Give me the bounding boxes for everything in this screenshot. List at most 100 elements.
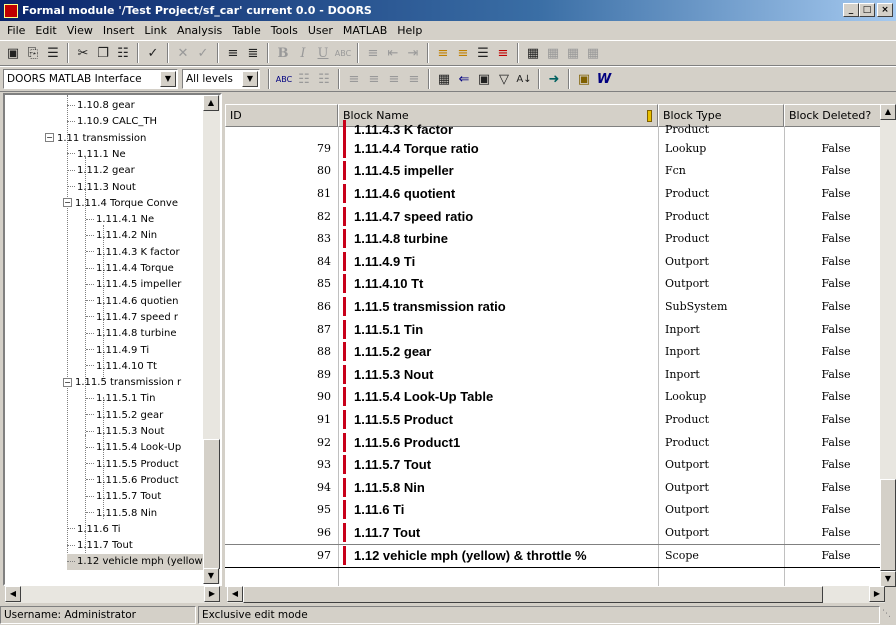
tree-item[interactable]: 1.11.5.5 Product	[86, 457, 179, 473]
tree-item[interactable]: 1.11.3 Nout	[67, 180, 136, 196]
chevron-down-icon[interactable]: ▼	[242, 71, 258, 87]
explorer-tree[interactable]: 1.10.8 gear 1.10.9 CALC_TH −1.11 transmiss…	[3, 93, 222, 586]
tree-item[interactable]: 1.11.5.6 Product	[86, 473, 179, 489]
sort-icon[interactable]: A↓	[514, 69, 534, 89]
align-right-icon[interactable]: ≡	[384, 69, 404, 89]
align-left-icon[interactable]: ≡	[344, 69, 364, 89]
table-row[interactable]: 81 1.11.4.6 quotient Product False	[225, 182, 896, 205]
table-row[interactable]: 96 1.11.7 Tout Outport False	[225, 521, 896, 544]
tree-item[interactable]: 1.11.1 Ne	[67, 147, 126, 163]
grid-scroll-thumb[interactable]	[880, 479, 896, 571]
level-select[interactable]: All levels ▼	[182, 69, 260, 89]
spellcheck-icon[interactable]: ✓	[143, 43, 163, 63]
tree-item[interactable]: 1.11.5.2 gear	[86, 408, 163, 424]
chevron-down-icon[interactable]: ▼	[160, 71, 176, 87]
scroll-up-icon[interactable]: ▲	[203, 95, 219, 111]
link-target-icon[interactable]: ≡	[453, 43, 473, 63]
scroll-left-icon[interactable]: ◀	[5, 586, 21, 602]
copy-icon[interactable]: ❐	[93, 43, 113, 63]
menu-table[interactable]: Table	[227, 24, 265, 37]
menu-matlab[interactable]: MATLAB	[338, 24, 392, 37]
outline-icon[interactable]: ☷	[314, 69, 334, 89]
menu-file[interactable]: File	[2, 24, 30, 37]
resize-grip-icon[interactable]: ⋱	[882, 609, 894, 623]
minimize-button[interactable]: _	[843, 3, 859, 17]
justify-icon[interactable]: ≡	[404, 69, 424, 89]
scroll-right-icon[interactable]: ▶	[869, 586, 885, 602]
collapse-icon[interactable]: −	[63, 198, 72, 208]
table-row[interactable]: 80 1.11.4.5 impeller Fcn False	[225, 160, 896, 183]
tree-item[interactable]: 1.11.5.3 Nout	[86, 424, 164, 440]
table-row[interactable]: 83 1.11.4.8 turbine Product False	[225, 227, 896, 250]
menu-help[interactable]: Help	[392, 24, 427, 37]
create-link-icon[interactable]: ≡	[433, 43, 453, 63]
table-row[interactable]: 95 1.11.6 Ti Outport False	[225, 499, 896, 522]
view-select[interactable]: DOORS MATLAB Interface ▼	[3, 69, 178, 89]
cut-icon[interactable]: ✂	[73, 43, 93, 63]
heading-icon[interactable]: ☷	[294, 69, 314, 89]
properties-icon[interactable]: ☰	[43, 43, 63, 63]
module-grid[interactable]: ID Block Name Block Type Block Deleted? …	[225, 104, 896, 587]
tree-item[interactable]: 1.11.5.7 Tout	[86, 489, 161, 505]
tree-scroll-thumb[interactable]	[203, 439, 220, 569]
tree-item[interactable]: 1.11.4.8 turbine	[86, 326, 177, 342]
edit-properties-icon[interactable]: ☰	[473, 43, 493, 63]
tree-item[interactable]: 1.11.4.2 Nin	[86, 228, 157, 244]
show-graphics-icon[interactable]: ▣	[474, 69, 494, 89]
tree-item[interactable]: −1.11.5 transmission r	[63, 375, 181, 391]
arrow-link-icon[interactable]: ➜	[544, 69, 564, 89]
tree-item[interactable]: 1.11.7 Tout	[67, 538, 133, 554]
word-export-icon[interactable]: W	[594, 69, 614, 89]
table-row[interactable]: 92 1.11.5.6 Product1 Product False	[225, 431, 896, 454]
tree-item[interactable]: 1.11.4.5 impeller	[86, 277, 181, 293]
show-links-icon[interactable]: ⇐	[454, 69, 474, 89]
tree-item[interactable]: 1.12 vehicle mph (yellow	[67, 554, 203, 571]
scroll-down-icon[interactable]: ▼	[880, 571, 896, 587]
table-row[interactable]: 82 1.11.4.7 speed ratio Product False	[225, 205, 896, 228]
menu-link[interactable]: Link	[139, 24, 172, 37]
increase-indent-icon[interactable]: ⇥	[403, 43, 423, 63]
menu-analysis[interactable]: Analysis	[172, 24, 227, 37]
maximize-button[interactable]: □	[859, 3, 875, 17]
insert-object-after-icon[interactable]: ≣	[243, 43, 263, 63]
underline-icon[interactable]: U	[313, 43, 333, 63]
follow-link-icon[interactable]: ≡	[493, 43, 513, 63]
table-row[interactable]: 89 1.11.5.3 Nout Inport False	[225, 363, 896, 386]
table-icon[interactable]: ▦	[523, 43, 543, 63]
tree-item[interactable]: 1.11.4.7 speed r	[86, 310, 178, 326]
menu-insert[interactable]: Insert	[98, 24, 140, 37]
tree-item[interactable]: 1.11.4.3 K factor	[86, 245, 180, 261]
table-row[interactable]: 87 1.11.5.1 Tin Inport False	[225, 318, 896, 341]
scroll-down-icon[interactable]: ▼	[203, 568, 219, 584]
bullet-list-icon[interactable]: ≡	[363, 43, 383, 63]
table-row[interactable]: 91 1.11.5.5 Product Product False	[225, 408, 896, 431]
tree-item[interactable]: 1.11.4.9 Ti	[86, 343, 149, 359]
table-row[interactable]: 94 1.11.5.8 Nin Outport False	[225, 476, 896, 499]
menu-tools[interactable]: Tools	[266, 24, 303, 37]
table-row[interactable]: 79 1.11.4.4 Torque ratio Lookup False	[225, 137, 896, 160]
print-icon[interactable]: ⎘	[23, 43, 43, 63]
strikethrough-icon[interactable]: ABC	[333, 43, 353, 63]
tree-item[interactable]: 1.11.4.6 quotien	[86, 294, 179, 310]
collapse-icon[interactable]: −	[63, 377, 72, 387]
confirm-edit-icon[interactable]: ✓	[193, 43, 213, 63]
grid-hscroll-thumb[interactable]	[243, 586, 823, 603]
show-tree-icon[interactable]: ▦	[434, 69, 454, 89]
table-row[interactable]: 84 1.11.4.9 Ti Outport False	[225, 250, 896, 273]
table-row[interactable]: 93 1.11.5.7 Tout Outport False	[225, 453, 896, 476]
scroll-left-icon[interactable]: ◀	[227, 586, 243, 602]
paste-icon[interactable]: ☷	[113, 43, 133, 63]
cancel-edit-icon[interactable]: ✕	[173, 43, 193, 63]
tree-item[interactable]: 1.11.4.1 Ne	[86, 212, 154, 228]
tree-item[interactable]: 1.10.8 gear	[67, 98, 135, 114]
tree-item[interactable]: 1.11.2 gear	[67, 163, 135, 179]
table-row[interactable]: 85 1.11.4.10 Tt Outport False	[225, 273, 896, 296]
tree-item[interactable]: −1.11 transmission	[45, 131, 146, 147]
grid-horizontal-scrollbar[interactable]: ◀ ▶	[227, 586, 885, 603]
decrease-indent-icon[interactable]: ⇤	[383, 43, 403, 63]
tree-item[interactable]: 1.10.9 CALC_TH	[67, 114, 157, 130]
tree-vertical-scrollbar[interactable]: ▲ ▼	[203, 95, 220, 584]
tree-item[interactable]: 1.11.4.10 Tt	[86, 359, 157, 375]
filter-icon[interactable]: ▽	[494, 69, 514, 89]
insert-object-below-icon[interactable]: ≡	[223, 43, 243, 63]
